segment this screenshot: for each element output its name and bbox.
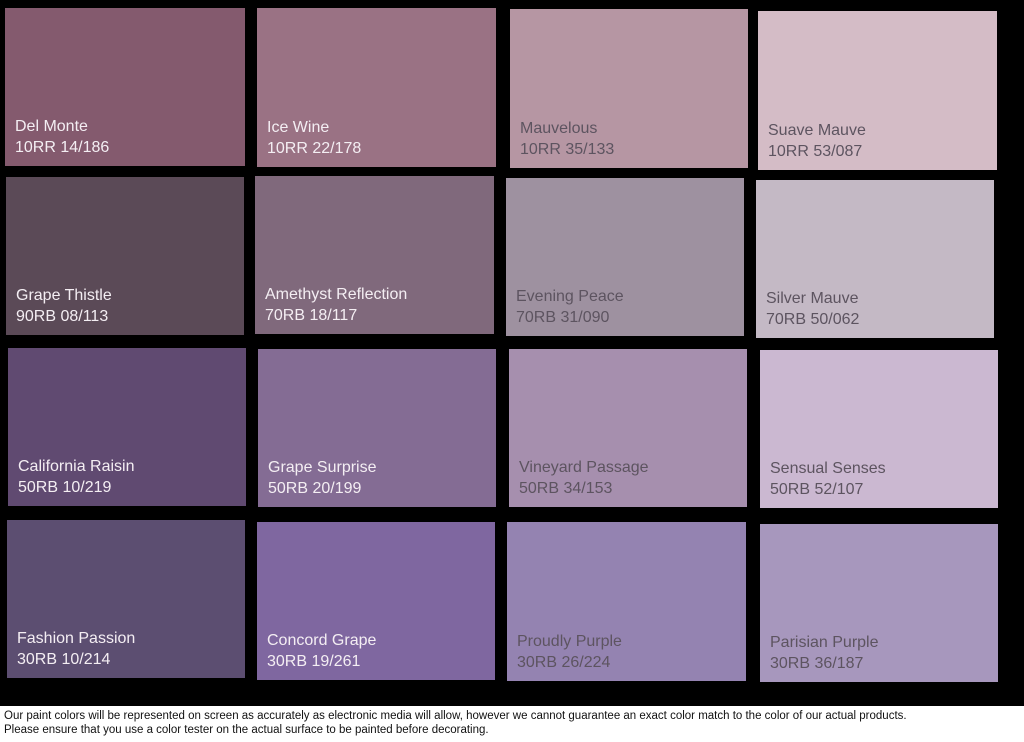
swatch-code: 50RB 34/153: [519, 480, 613, 497]
disclaimer-footer: Our paint colors will be represented on …: [0, 706, 1024, 742]
swatch-code: 90RB 08/113: [16, 308, 109, 325]
swatch-label: Vineyard Passage 50RB 34/153: [519, 457, 649, 499]
color-swatch: Sensual Senses 50RB 52/107: [760, 350, 998, 508]
swatch-label: Grape Surprise 50RB 20/199: [268, 457, 377, 499]
swatch-name: Concord Grape: [267, 632, 377, 649]
color-swatch: Grape Surprise 50RB 20/199: [258, 349, 496, 507]
swatch-code: 30RB 36/187: [770, 655, 864, 672]
swatch-name: Evening Peace: [516, 288, 624, 305]
swatch-name: Del Monte: [15, 118, 88, 135]
swatch-code: 70RB 18/117: [265, 307, 358, 324]
swatch-label: Del Monte 10RR 14/186: [15, 116, 109, 158]
color-swatch: Parisian Purple 30RB 36/187: [760, 524, 998, 682]
swatch-name: Silver Mauve: [766, 290, 859, 307]
swatch-label: Suave Mauve 10RR 53/087: [768, 120, 866, 162]
swatch-label: Amethyst Reflection 70RB 18/117: [265, 284, 407, 326]
swatch-code: 50RB 52/107: [770, 481, 864, 498]
swatch-code: 70RB 31/090: [516, 309, 610, 326]
color-swatch: Concord Grape 30RB 19/261: [257, 522, 495, 680]
color-swatch: Silver Mauve 70RB 50/062: [756, 180, 994, 338]
swatch-code: 30RB 19/261: [267, 653, 361, 670]
swatch-label: Sensual Senses 50RB 52/107: [770, 458, 886, 500]
swatch-name: Suave Mauve: [768, 122, 866, 139]
swatch-name: Proudly Purple: [517, 633, 622, 650]
color-swatch: Del Monte 10RR 14/186: [5, 8, 245, 166]
swatch-grid: Del Monte 10RR 14/186 Ice Wine 10RR 22/178 M…: [0, 0, 1024, 706]
swatch-name: Fashion Passion: [17, 630, 136, 647]
color-swatch: Mauvelous 10RR 35/133: [510, 9, 748, 168]
swatch-code: 50RB 20/199: [268, 480, 362, 497]
swatch-label: Grape Thistle 90RB 08/113: [16, 285, 112, 327]
swatch-code: 70RB 50/062: [766, 311, 860, 328]
swatch-name: Parisian Purple: [770, 634, 879, 651]
swatch-label: Evening Peace 70RB 31/090: [516, 286, 624, 328]
color-swatch: Suave Mauve 10RR 53/087: [758, 11, 997, 170]
color-swatch: Grape Thistle 90RB 08/113: [6, 177, 244, 335]
swatch-label: Ice Wine 10RR 22/178: [267, 117, 361, 159]
swatch-label: Mauvelous 10RR 35/133: [520, 118, 614, 160]
disclaimer-line-2: Please ensure that you use a color teste…: [4, 724, 489, 736]
swatch-code: 10RR 35/133: [520, 141, 615, 158]
swatch-code: 10RR 53/087: [768, 143, 863, 160]
swatch-label: Parisian Purple 30RB 36/187: [770, 632, 879, 674]
swatch-name: Grape Thistle: [16, 287, 112, 304]
color-swatch: California Raisin 50RB 10/219: [8, 348, 246, 506]
color-swatch: Amethyst Reflection 70RB 18/117: [255, 176, 494, 334]
swatch-code: 30RB 26/224: [517, 654, 611, 671]
color-swatch: Ice Wine 10RR 22/178: [257, 8, 496, 167]
swatch-name: Sensual Senses: [770, 460, 886, 477]
swatch-code: 10RR 14/186: [15, 139, 110, 156]
swatch-label: Proudly Purple 30RB 26/224: [517, 631, 622, 673]
swatch-name: Grape Surprise: [268, 459, 377, 476]
swatch-name: Ice Wine: [267, 119, 330, 136]
swatch-code: 50RB 10/219: [18, 479, 112, 496]
swatch-name: Mauvelous: [520, 120, 598, 137]
swatch-label: California Raisin 50RB 10/219: [18, 456, 135, 498]
swatch-code: 30RB 10/214: [17, 651, 111, 668]
color-swatch: Proudly Purple 30RB 26/224: [507, 522, 746, 681]
disclaimer-line-1: Our paint colors will be represented on …: [4, 710, 907, 722]
swatch-name: Amethyst Reflection: [265, 286, 408, 303]
swatch-name: California Raisin: [18, 458, 135, 475]
swatch-label: Fashion Passion 30RB 10/214: [17, 628, 135, 670]
swatch-code: 10RR 22/178: [267, 140, 362, 157]
color-swatch: Evening Peace 70RB 31/090: [506, 178, 744, 336]
swatch-name: Vineyard Passage: [519, 459, 649, 476]
color-swatch: Vineyard Passage 50RB 34/153: [509, 349, 747, 507]
color-swatch: Fashion Passion 30RB 10/214: [7, 520, 245, 678]
swatch-label: Silver Mauve 70RB 50/062: [766, 288, 859, 330]
swatch-label: Concord Grape 30RB 19/261: [267, 630, 376, 672]
